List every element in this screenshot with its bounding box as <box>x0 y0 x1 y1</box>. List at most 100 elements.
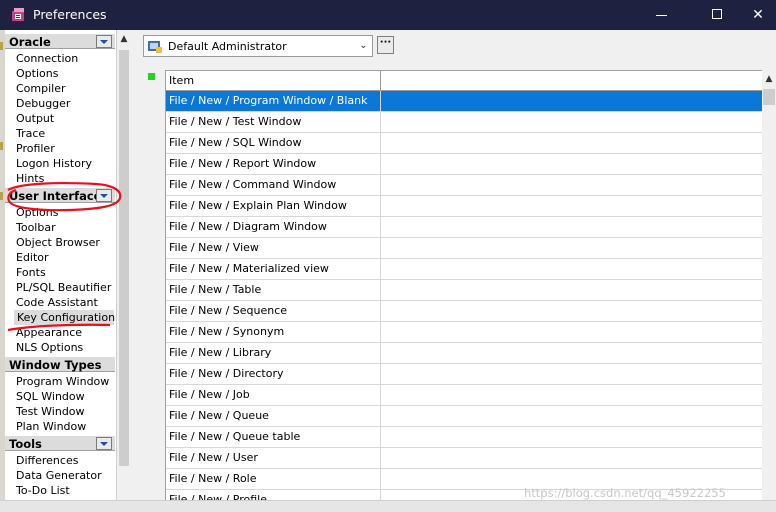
maximize-button[interactable] <box>694 0 740 30</box>
sidebar-item-ui-options[interactable]: Options <box>16 206 58 219</box>
sidebar-item-to-do-list[interactable]: To-Do List <box>16 484 70 497</box>
minimize-button[interactable] <box>638 0 684 30</box>
sidebar-scrollbar[interactable]: ▲ <box>117 30 131 500</box>
table-row[interactable]: File / New / SQL Window <box>166 133 762 154</box>
row-key-cell[interactable] <box>381 217 762 237</box>
row-key-cell[interactable] <box>381 154 762 174</box>
grid-scrollbar[interactable]: ▲ <box>762 70 776 500</box>
row-key-cell[interactable] <box>381 196 762 216</box>
row-item-cell[interactable]: File / New / Synonym <box>166 322 381 342</box>
sidebar-item-output[interactable]: Output <box>16 112 54 125</box>
group-header-oracle[interactable]: Oracle <box>5 33 115 49</box>
sidebar-item-debugger[interactable]: Debugger <box>16 97 70 110</box>
row-item-cell[interactable]: File / New / Command Window <box>166 175 381 195</box>
sidebar-item-nls-options[interactable]: NLS Options <box>16 341 83 354</box>
table-row[interactable]: File / New / User <box>166 448 762 469</box>
table-row[interactable]: File / New / Materialized view <box>166 259 762 280</box>
sidebar-item-object-browser[interactable]: Object Browser <box>16 236 100 249</box>
chevron-down-icon[interactable] <box>96 35 112 48</box>
row-key-cell[interactable] <box>381 448 762 468</box>
sidebar-item-plsql-beautifier[interactable]: PL/SQL Beautifier <box>16 281 111 294</box>
profile-select[interactable]: Default Administrator ⌄ <box>143 35 373 57</box>
row-key-cell[interactable] <box>381 112 762 132</box>
row-item-cell[interactable]: File / New / Job <box>166 385 381 405</box>
sidebar-item-hints[interactable]: Hints <box>16 172 44 185</box>
row-key-cell[interactable] <box>381 385 762 405</box>
group-header-user-interface[interactable]: User Interface <box>5 187 115 203</box>
scroll-up-icon[interactable]: ▲ <box>117 32 131 46</box>
row-item-cell[interactable]: File / New / Table <box>166 280 381 300</box>
sidebar-item-program-window[interactable]: Program Window <box>16 375 109 388</box>
row-item-cell[interactable]: File / New / Explain Plan Window <box>166 196 381 216</box>
table-row[interactable]: File / New / Library <box>166 343 762 364</box>
row-item-cell[interactable]: File / New / Report Window <box>166 154 381 174</box>
sidebar-item-appearance[interactable]: Appearance <box>16 326 82 339</box>
row-key-cell[interactable] <box>381 406 762 426</box>
chevron-down-icon[interactable]: ⌄ <box>355 36 372 56</box>
sidebar-item-test-window[interactable]: Test Window <box>16 405 85 418</box>
sidebar-item-options[interactable]: Options <box>16 67 58 80</box>
sidebar-item-data-generator[interactable]: Data Generator <box>16 469 102 482</box>
row-item-cell[interactable]: File / New / Role <box>166 469 381 489</box>
row-item-cell[interactable]: File / New / Library <box>166 343 381 363</box>
chevron-down-icon[interactable] <box>96 437 112 450</box>
group-header-tools[interactable]: Tools <box>5 435 115 451</box>
table-row[interactable]: File / New / Queue <box>166 406 762 427</box>
table-row[interactable]: File / New / Synonym <box>166 322 762 343</box>
sidebar-item-sql-window[interactable]: SQL Window <box>16 390 85 403</box>
row-item-cell[interactable]: File / New / SQL Window <box>166 133 381 153</box>
table-row[interactable]: File / New / Command Window <box>166 175 762 196</box>
scroll-up-icon[interactable]: ▲ <box>762 72 776 86</box>
sidebar-item-compiler[interactable]: Compiler <box>16 82 66 95</box>
group-header-window-types[interactable]: Window Types <box>5 356 115 372</box>
row-key-cell[interactable] <box>381 343 762 363</box>
close-button[interactable]: ✕ <box>740 0 776 30</box>
row-item-cell[interactable]: File / New / Queue <box>166 406 381 426</box>
row-key-cell[interactable] <box>381 301 762 321</box>
table-row[interactable]: File / New / Explain Plan Window <box>166 196 762 217</box>
row-item-cell[interactable]: File / New / Sequence <box>166 301 381 321</box>
row-item-cell[interactable]: File / New / User <box>166 448 381 468</box>
row-key-cell[interactable] <box>381 322 762 342</box>
row-item-cell[interactable]: File / New / Test Window <box>166 112 381 132</box>
scroll-thumb[interactable] <box>119 50 129 466</box>
row-key-cell[interactable] <box>381 175 762 195</box>
row-key-cell[interactable] <box>381 364 762 384</box>
sidebar-item-plan-window[interactable]: Plan Window <box>16 420 86 433</box>
sidebar-item-differences[interactable]: Differences <box>16 454 78 467</box>
row-key-cell[interactable] <box>381 91 762 111</box>
chevron-down-icon[interactable] <box>96 189 112 202</box>
table-row[interactable]: File / New / Job <box>166 385 762 406</box>
sidebar-item-logon-history[interactable]: Logon History <box>16 157 92 170</box>
row-item-cell[interactable]: File / New / Program Window / Blank <box>166 91 381 111</box>
row-key-cell[interactable] <box>381 280 762 300</box>
row-item-cell[interactable]: File / New / Materialized view <box>166 259 381 279</box>
row-key-cell[interactable] <box>381 259 762 279</box>
row-item-cell[interactable]: File / New / Diagram Window <box>166 217 381 237</box>
table-row[interactable]: File / New / Report Window <box>166 154 762 175</box>
sidebar-item-connection[interactable]: Connection <box>16 52 78 65</box>
sidebar-item-fonts[interactable]: Fonts <box>16 266 46 279</box>
table-row[interactable]: File / New / Directory <box>166 364 762 385</box>
table-row[interactable]: File / New / View <box>166 238 762 259</box>
column-header-key[interactable] <box>381 71 762 91</box>
table-row[interactable]: File / New / Diagram Window <box>166 217 762 238</box>
column-header-item[interactable]: Item <box>166 71 381 91</box>
table-row[interactable]: File / New / Test Window <box>166 112 762 133</box>
sidebar-item-key-configuration[interactable]: Key Configuration <box>14 310 115 325</box>
row-key-cell[interactable] <box>381 238 762 258</box>
scroll-thumb[interactable] <box>763 89 775 105</box>
sidebar-item-toolbar[interactable]: Toolbar <box>16 221 56 234</box>
sidebar-item-trace[interactable]: Trace <box>16 127 45 140</box>
sidebar-item-editor[interactable]: Editor <box>16 251 49 264</box>
sidebar-item-profiler[interactable]: Profiler <box>16 142 55 155</box>
table-row[interactable]: File / New / Queue table <box>166 427 762 448</box>
row-item-cell[interactable]: File / New / Profile <box>166 490 381 500</box>
row-item-cell[interactable]: File / New / Directory <box>166 364 381 384</box>
row-item-cell[interactable]: File / New / View <box>166 238 381 258</box>
sidebar-item-code-assistant[interactable]: Code Assistant <box>16 296 98 309</box>
table-row[interactable]: File / New / Program Window / Blank <box>166 91 762 112</box>
row-item-cell[interactable]: File / New / Queue table <box>166 427 381 447</box>
profile-more-button[interactable]: ··· <box>377 36 394 54</box>
table-row[interactable]: File / New / Table <box>166 280 762 301</box>
